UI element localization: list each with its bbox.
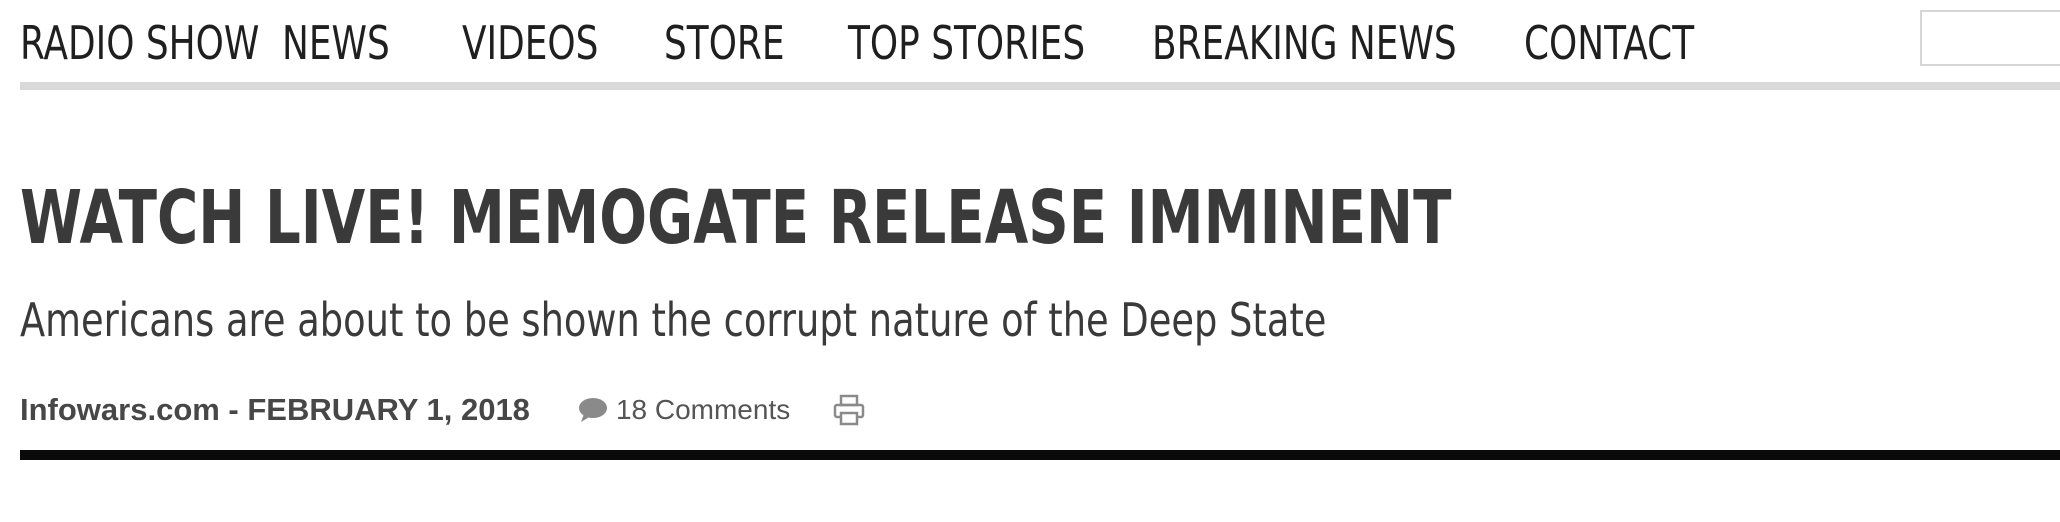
nav-item-breaking-news[interactable]: BREAKING NEWS — [1152, 10, 1457, 76]
top-navigation: RADIO SHOW NEWS VIDEOS STORE TOP STORIES… — [20, 0, 2060, 84]
nav-item-contact[interactable]: CONTACT — [1524, 10, 1694, 76]
article-headline: WATCH LIVE! MEMOGATE RELEASE IMMINENT — [20, 175, 1452, 261]
printer-icon[interactable] — [832, 393, 866, 427]
nav-item-news[interactable]: NEWS — [282, 10, 390, 76]
nav-menu: RADIO SHOW NEWS VIDEOS STORE TOP STORIES… — [20, 10, 1724, 76]
nav-item-radio-show[interactable]: RADIO SHOW — [20, 10, 259, 76]
comments-link[interactable]: 18 Comments — [578, 394, 790, 426]
search-input[interactable] — [1920, 10, 2060, 66]
article-meta: Infowars.com - FEBRUARY 1, 2018 18 Comme… — [20, 384, 866, 436]
article-divider — [20, 450, 2060, 460]
speech-bubble-icon — [578, 398, 607, 422]
article-byline: Infowars.com - FEBRUARY 1, 2018 — [20, 392, 530, 427]
nav-item-top-stories[interactable]: TOP STORIES — [848, 10, 1085, 76]
nav-item-videos[interactable]: VIDEOS — [462, 10, 598, 76]
comments-count: 18 Comments — [615, 394, 791, 425]
article-subheadline: Americans are about to be shown the corr… — [20, 293, 1327, 347]
nav-divider — [20, 82, 2060, 90]
nav-item-store[interactable]: STORE — [664, 10, 785, 76]
